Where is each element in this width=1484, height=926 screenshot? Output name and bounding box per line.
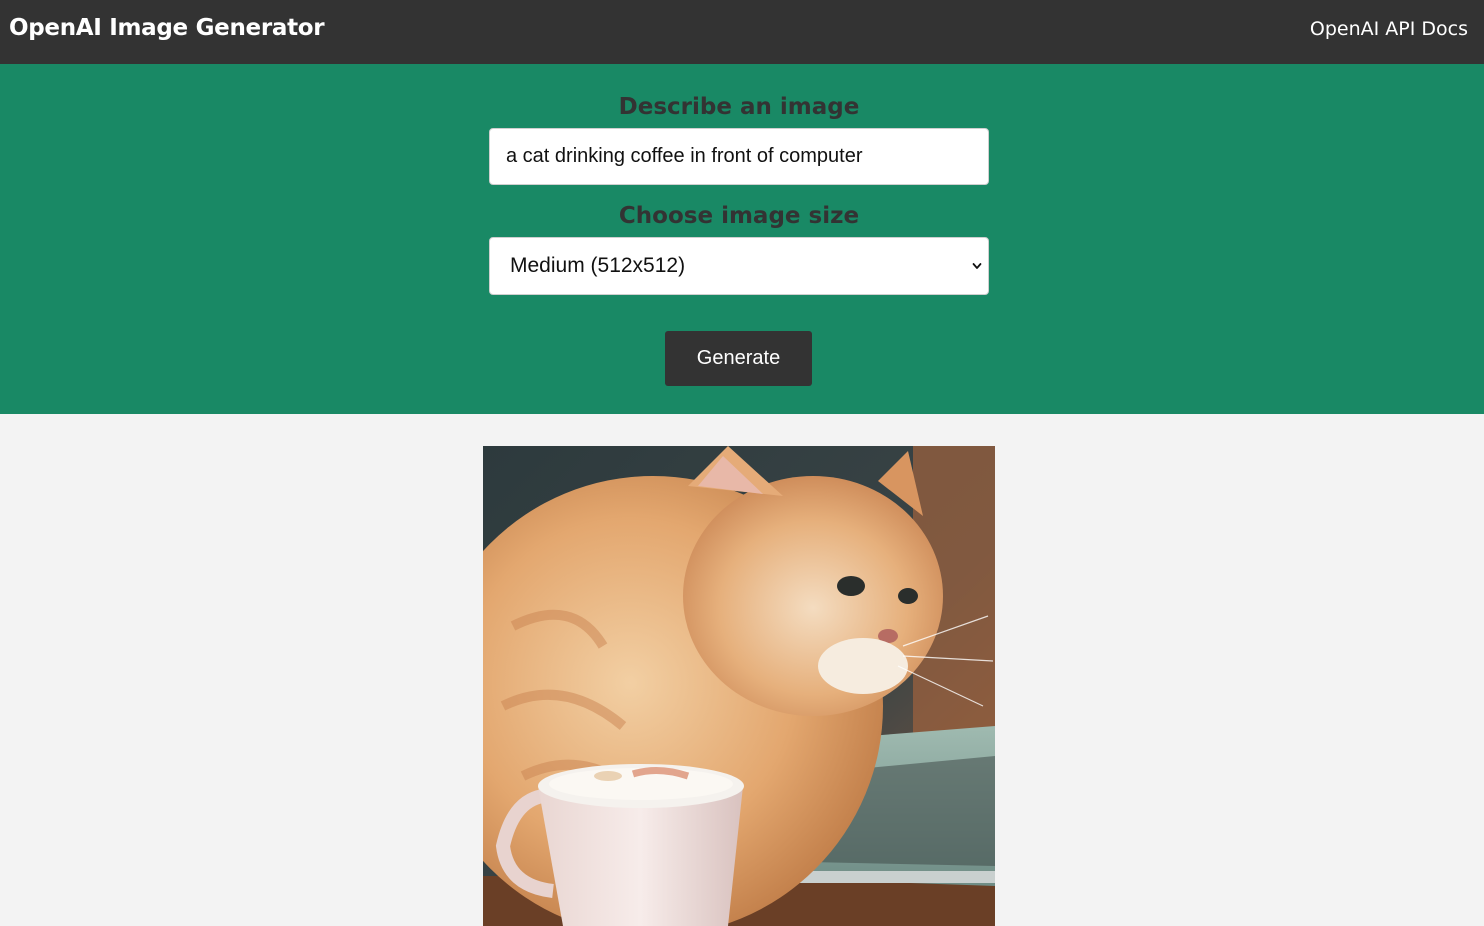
generate-button[interactable]: Generate (665, 331, 812, 386)
cat-coffee-image (483, 446, 995, 926)
chevron-down-icon (972, 263, 982, 269)
app-title: OpenAI Image Generator (9, 15, 325, 41)
size-selected-value: Medium (512x512) (510, 254, 686, 277)
size-label: Choose image size (618, 203, 860, 229)
generated-image (483, 446, 995, 926)
navbar: OpenAI Image Generator OpenAI API Docs (0, 0, 1484, 64)
image-size-select[interactable]: Medium (512x512) (489, 237, 989, 295)
generator-form: Describe an image Choose image size Medi… (0, 64, 1484, 414)
api-docs-link[interactable]: OpenAI API Docs (1310, 18, 1468, 40)
prompt-label: Describe an image (618, 94, 860, 120)
prompt-input[interactable] (489, 128, 989, 185)
